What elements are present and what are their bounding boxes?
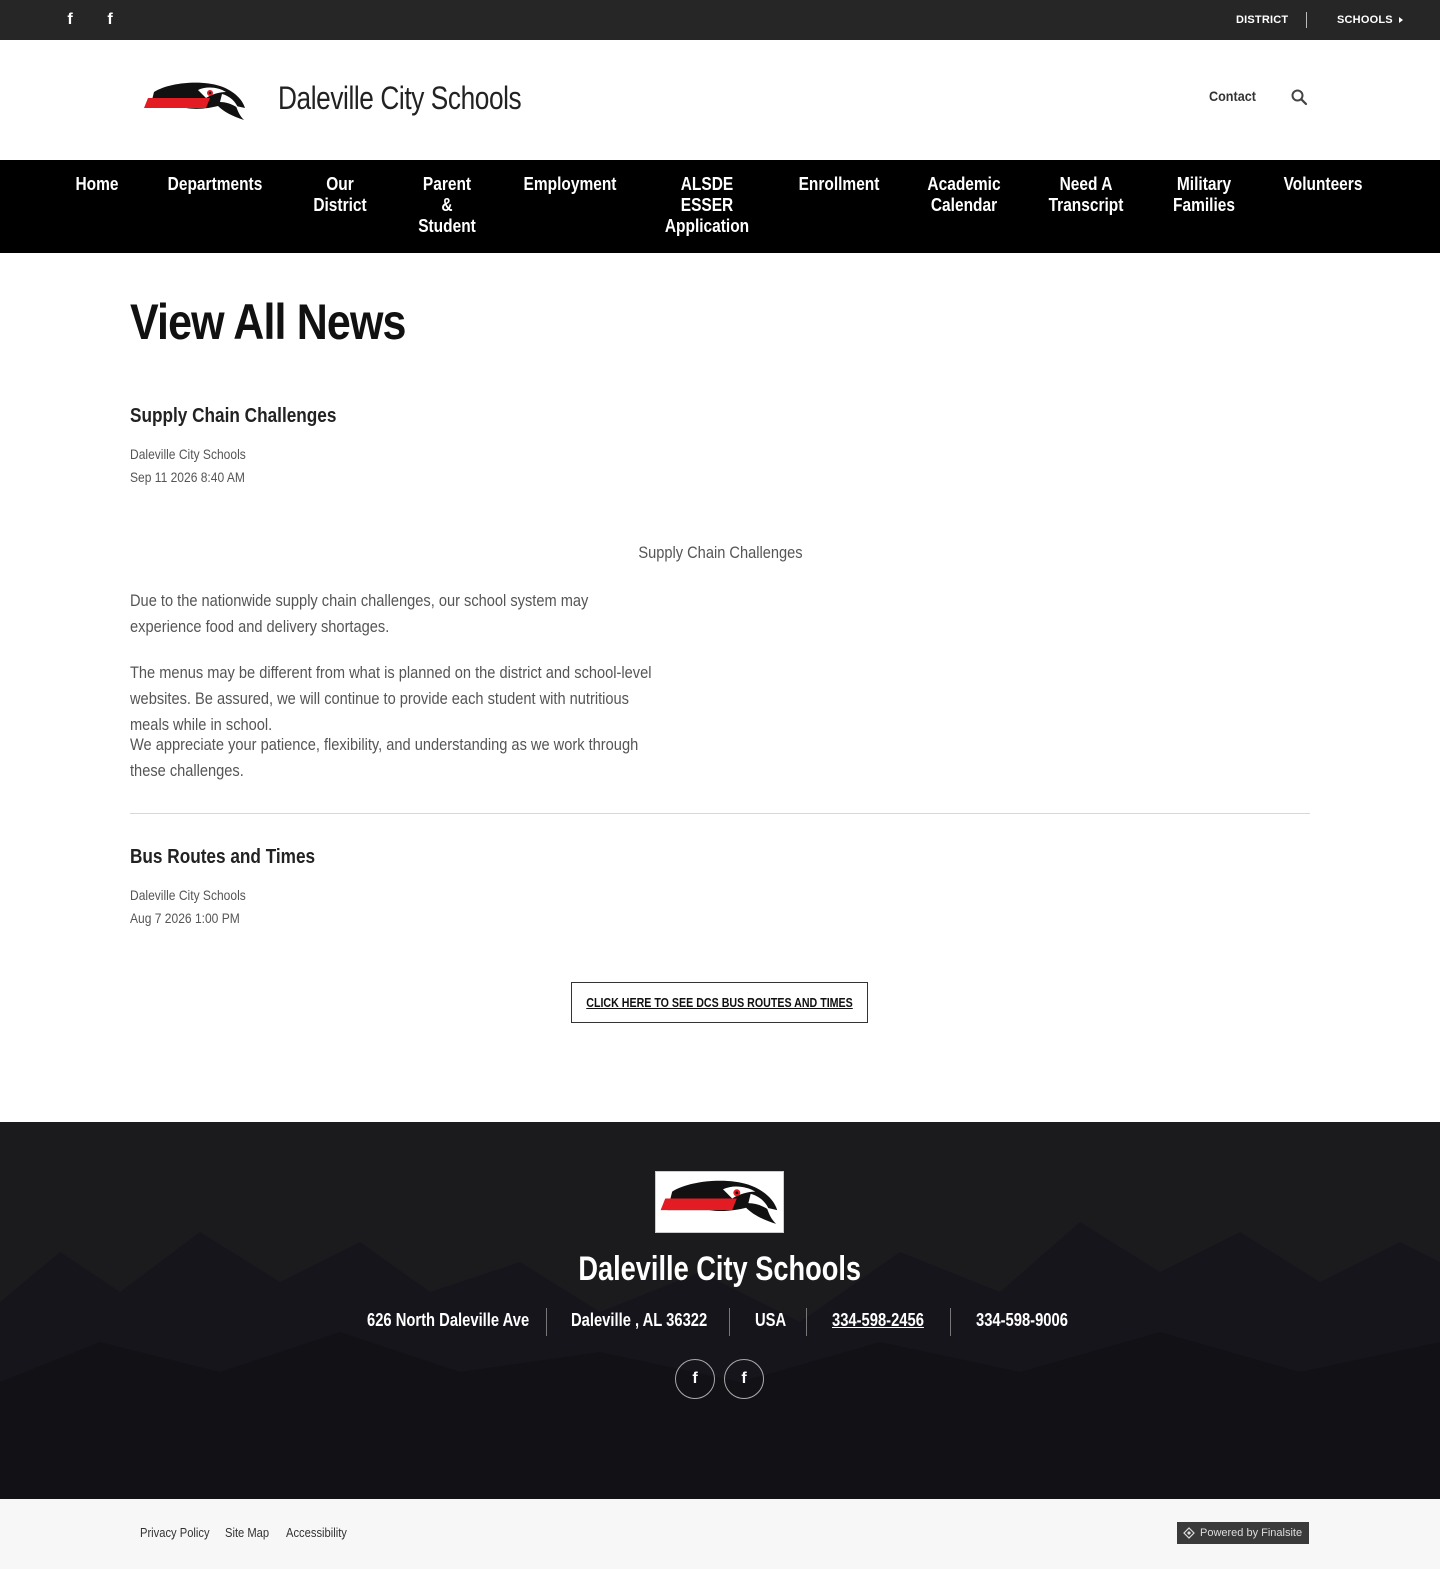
- site-footer: Daleville City Schools 626 North Dalevil…: [0, 1122, 1440, 1499]
- finalsite-icon: [1183, 1527, 1195, 1539]
- facebook-icon[interactable]: f: [98, 0, 122, 40]
- district-link[interactable]: DISTRICT: [1236, 0, 1288, 40]
- footer-phone-link[interactable]: 334-598-2456: [832, 1310, 924, 1331]
- nav-item-academic-calendar[interactable]: Academic Calendar: [921, 174, 1007, 216]
- schools-label: SCHOOLS: [1337, 14, 1393, 26]
- page-title: View All News: [130, 294, 406, 350]
- accessibility-link[interactable]: Accessibility: [286, 1525, 347, 1540]
- news-post-author: Daleville City Schools: [130, 446, 246, 462]
- site-map-link[interactable]: Site Map: [225, 1525, 269, 1540]
- utility-bar: f f DISTRICT SCHOOLS: [0, 0, 1440, 40]
- footer-divider: [950, 1308, 951, 1336]
- caret-right-icon: [1398, 17, 1403, 24]
- powered-by-label: Powered by Finalsite: [1200, 1527, 1303, 1539]
- footer-country: USA: [755, 1310, 787, 1330]
- footer-title: Daleville City Schools: [0, 1250, 1440, 1289]
- contact-link[interactable]: Contact: [1209, 88, 1256, 104]
- news-post-paragraph: Due to the nationwide supply chain chall…: [130, 591, 589, 636]
- news-post-date: Aug 7 2026 1:00 PM: [130, 910, 240, 926]
- nav-item-employment[interactable]: Employment: [518, 174, 621, 195]
- site-title[interactable]: Daleville City Schools: [278, 80, 522, 117]
- nav-item-our-district[interactable]: Our District: [306, 174, 375, 216]
- main-navigation: Home Departments Our District Parent & S…: [0, 160, 1440, 253]
- footer-title-text: Daleville City Schools: [578, 1250, 862, 1288]
- facebook-icon[interactable]: f: [58, 0, 82, 40]
- privacy-policy-link[interactable]: Privacy Policy: [140, 1525, 210, 1540]
- caption-text: Supply Chain Challenges: [637, 543, 803, 562]
- news-post-title[interactable]: Supply Chain Challenges: [130, 405, 336, 428]
- nav-item-volunteers[interactable]: Volunteers: [1276, 174, 1371, 195]
- seahawk-logo: [660, 1180, 778, 1224]
- footer-logo[interactable]: [655, 1171, 784, 1233]
- utility-divider: [1306, 12, 1307, 28]
- nav-item-home[interactable]: Home: [67, 174, 127, 195]
- footer-address: 626 North Daleville Ave: [367, 1310, 530, 1330]
- facebook-icon[interactable]: f: [724, 1359, 764, 1399]
- bus-routes-button-label: CLICK HERE TO SEE DCS BUS ROUTES AND TIM…: [586, 995, 853, 1010]
- nav-item-alsde-esser[interactable]: ALSDE ESSER Application: [660, 174, 755, 237]
- footer-divider: [729, 1308, 730, 1336]
- footer-city-state: Daleville , AL 36322: [571, 1310, 708, 1330]
- schools-dropdown[interactable]: SCHOOLS: [1337, 0, 1403, 40]
- bus-routes-button[interactable]: CLICK HERE TO SEE DCS BUS ROUTES AND TIM…: [571, 982, 868, 1023]
- nav-item-need-a-transcript[interactable]: Need A Transcript: [1043, 174, 1129, 216]
- powered-by-finalsite-badge[interactable]: Powered by Finalsite: [1177, 1522, 1309, 1544]
- news-post-date: Sep 11 2026 8:40 AM: [130, 469, 245, 485]
- news-post-paragraph: We appreciate your patience, flexibility…: [130, 735, 639, 780]
- nav-item-military-families[interactable]: Military Families: [1165, 174, 1242, 216]
- news-post-paragraph: The menus may be different from what is …: [130, 663, 652, 734]
- news-post-caption: Supply Chain Challenges: [0, 543, 1440, 563]
- footer-divider: [546, 1308, 547, 1336]
- site-header: Daleville City Schools Contact: [0, 40, 1440, 160]
- news-post-title[interactable]: Bus Routes and Times: [130, 846, 315, 869]
- nav-item-enrollment[interactable]: Enrollment: [792, 174, 887, 195]
- nav-item-departments[interactable]: Departments: [159, 174, 271, 195]
- facebook-icon[interactable]: f: [675, 1359, 715, 1399]
- post-divider: [130, 813, 1310, 814]
- bottom-bar: Privacy Policy Site Map Accessibility Po…: [0, 1499, 1440, 1569]
- seahawk-logo[interactable]: [140, 78, 250, 124]
- news-post-author: Daleville City Schools: [130, 887, 246, 903]
- footer-fax: 334-598-9006: [976, 1310, 1068, 1330]
- footer-divider: [806, 1308, 807, 1336]
- nav-item-parent-student[interactable]: Parent & Student: [413, 174, 482, 237]
- search-icon[interactable]: [1290, 88, 1308, 106]
